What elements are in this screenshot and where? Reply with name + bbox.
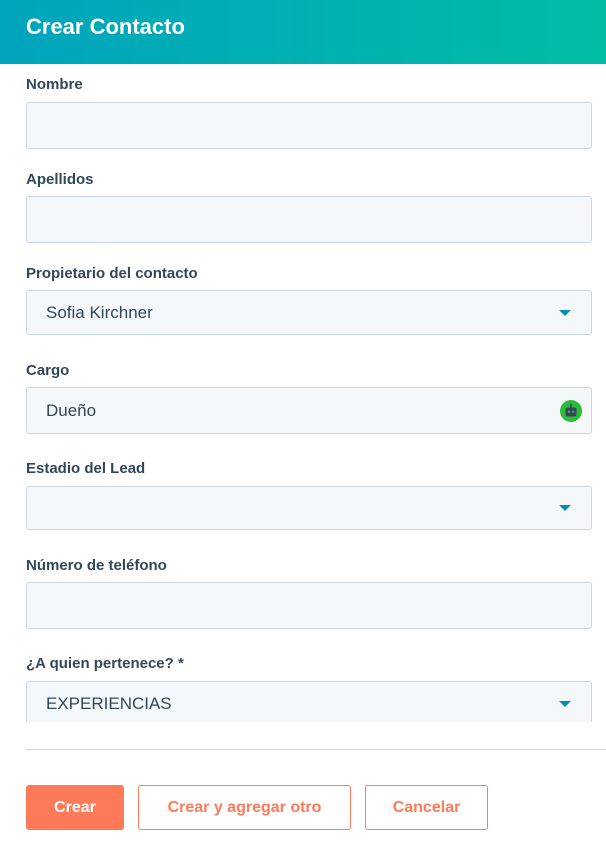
footer-divider (26, 749, 606, 750)
pertenece-label: ¿A quien pertenece? * (26, 655, 184, 672)
create-and-add-button[interactable]: Crear y agregar otro (138, 785, 351, 830)
cargo-value: Dueño (46, 400, 97, 420)
telefono-label: Número de teléfono (26, 557, 167, 574)
cargo-label: Cargo (26, 362, 70, 379)
propietario-select[interactable]: Sofia Kirchner (26, 290, 592, 335)
pertenece-select[interactable]: EXPERIENCIAS (26, 681, 592, 722)
nombre-label: Nombre (26, 76, 83, 93)
cancel-button[interactable]: Cancelar (365, 785, 488, 830)
estadio-select[interactable] (26, 486, 592, 530)
chevron-down-icon (559, 700, 571, 707)
chevron-down-icon (559, 505, 571, 511)
apellidos-label: Apellidos (26, 171, 94, 188)
pertenece-value: EXPERIENCIAS (46, 693, 172, 713)
propietario-label: Propietario del contacto (26, 265, 198, 282)
bot-icon[interactable] (560, 399, 582, 422)
propietario-value: Sofia Kirchner (46, 302, 153, 322)
contact-form: Nombre Apellidos Propietario del contact… (0, 64, 606, 722)
dialog-header: Crear Contacto (0, 0, 606, 64)
create-button[interactable]: Crear (26, 785, 124, 830)
apellidos-input[interactable] (26, 196, 592, 243)
chevron-down-icon (559, 309, 571, 316)
cargo-input[interactable]: Dueño (26, 387, 592, 434)
telefono-input[interactable] (26, 582, 592, 629)
dialog-title: Crear Contacto (26, 14, 185, 39)
estadio-label: Estadio del Lead (26, 460, 146, 477)
nombre-input[interactable] (26, 102, 592, 149)
